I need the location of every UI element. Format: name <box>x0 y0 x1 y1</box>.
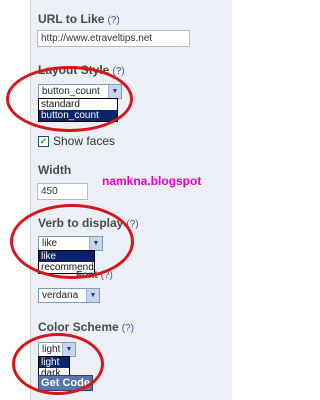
highlight-circle-layout <box>6 66 133 132</box>
width-input[interactable]: 450 <box>37 183 88 200</box>
highlight-circle-verb <box>10 204 134 279</box>
url-label: URL to Like (?) <box>38 12 120 26</box>
font-select[interactable]: verdana ▼ <box>38 288 100 303</box>
url-help-link[interactable]: (?) <box>107 15 119 26</box>
watermark-text: namkna.blogspot <box>102 174 202 188</box>
color-label-text: Color Scheme <box>38 320 119 334</box>
url-input[interactable]: http://www.etraveltips.net <box>37 30 190 47</box>
color-help-link[interactable]: (?) <box>122 323 134 334</box>
color-label: Color Scheme (?) <box>38 320 134 334</box>
show-faces-label: Show faces <box>53 134 116 148</box>
chevron-down-icon[interactable]: ▼ <box>86 289 99 302</box>
highlight-circle-color <box>12 333 104 395</box>
font-select-value: verdana <box>42 290 79 301</box>
url-label-text: URL to Like <box>38 12 105 26</box>
show-faces-checkbox[interactable]: ✓ <box>38 136 49 147</box>
width-label: Width <box>38 163 71 177</box>
width-label-text: Width <box>38 163 72 177</box>
